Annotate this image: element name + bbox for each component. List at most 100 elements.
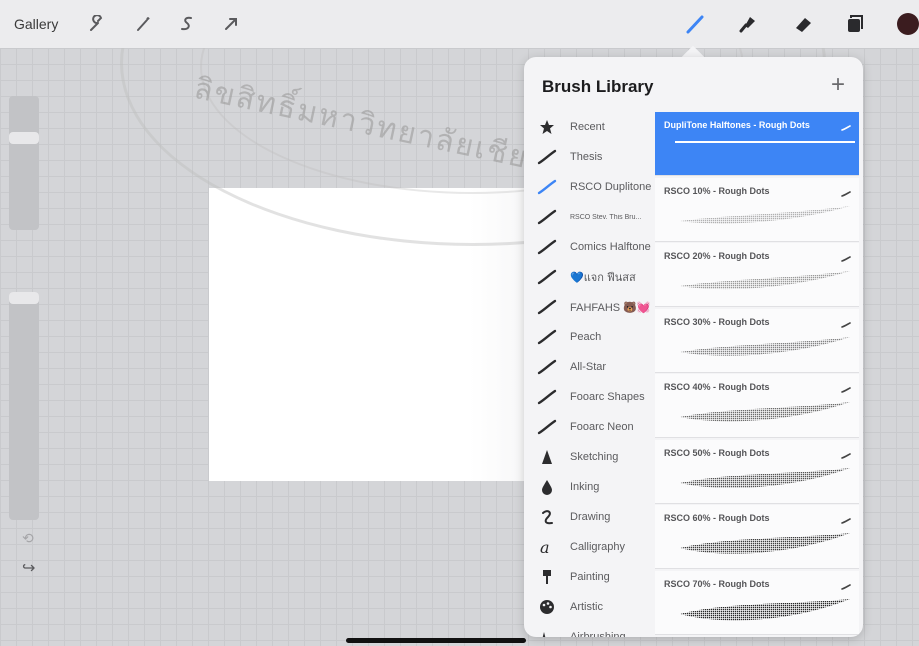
brush-set-item[interactable]: Fooarc Neon	[524, 412, 655, 442]
brush-name: RSCO 70% - Rough Dots	[664, 578, 770, 589]
brush-item[interactable]: RSCO 50% - Rough Dots	[655, 439, 859, 504]
top-toolbar: Gallery	[0, 0, 919, 48]
brush-stroke-preview	[675, 392, 855, 437]
brush-item[interactable]: RSCO 10% - Rough Dots	[655, 177, 859, 242]
stroke-icon-blue	[536, 179, 558, 195]
brush-set-label: Calligraphy	[570, 541, 626, 553]
procreate-screen: ลิขสิทธิ์มหาวิทยาลัยเชียงใหม่ Gallery ⟲ …	[0, 0, 919, 646]
brush-stroke-preview	[675, 589, 855, 634]
brush-library-panel: Brush Library + Recent Thesis RSCO Duplito…	[524, 57, 863, 637]
magic-wand-icon[interactable]	[132, 10, 154, 38]
calligraphy-a-icon: a	[536, 539, 558, 555]
brush-set-item[interactable]: 💙แจก ฟีนสส	[524, 262, 655, 292]
brush-set-label: Artistic	[570, 601, 603, 613]
brush-set-item[interactable]: RSCO Duplitone	[524, 172, 655, 202]
ink-drop-icon	[536, 479, 558, 495]
brush-set-label: Fooarc Shapes	[570, 391, 645, 403]
gallery-button[interactable]: Gallery	[14, 10, 58, 38]
airbrush-icon	[536, 629, 558, 637]
opacity-slider[interactable]	[9, 292, 39, 520]
brush-set-item[interactable]: Comics Halftone	[524, 232, 655, 262]
brush-set-label: Drawing	[570, 511, 611, 523]
brush-set-item[interactable]: All-Star	[524, 352, 655, 382]
left-sidebar: ⟲ ↪	[9, 96, 39, 577]
brush-set-item[interactable]: Airbrushing	[524, 622, 655, 637]
stroke-icon	[536, 359, 558, 375]
brush-item[interactable]: RSCO 60% - Rough Dots	[655, 505, 859, 569]
paintbrush-icon	[536, 569, 558, 585]
opacity-thumb[interactable]	[9, 292, 39, 304]
brush-item[interactable]: RSCO 40% - Rough Dots	[655, 374, 859, 438]
brush-icon[interactable]	[682, 10, 708, 38]
brush-size-slider[interactable]	[9, 96, 39, 230]
brush-set-item[interactable]: Fooarc Shapes	[524, 382, 655, 412]
palette-icon	[536, 599, 558, 615]
brush-set-item[interactable]: RSCO Stev. This Bru...	[524, 202, 655, 232]
stroke-icon	[536, 239, 558, 255]
brush-set-label: Sketching	[570, 451, 619, 463]
brush-item[interactable]: RSCO 70% - Rough Dots	[655, 570, 859, 635]
brush-set-label: FAHFAHS 🐻💓	[570, 301, 651, 314]
stroke-icon	[536, 389, 558, 405]
brush-set-item[interactable]: a Calligraphy	[524, 532, 655, 562]
brush-set-label: Painting	[570, 571, 610, 583]
brush-set-label: 💙แจก ฟีนสส	[570, 272, 636, 284]
stroke-icon	[536, 269, 558, 285]
brush-item[interactable]: DupliTone Halftones - Rough Dots	[655, 112, 859, 176]
brush-set-label: RSCO Duplitone	[570, 181, 652, 193]
brush-set-item[interactable]: Recent	[524, 112, 655, 142]
brush-set-label: Fooarc Neon	[570, 421, 634, 433]
brush-set-item[interactable]: Painting	[524, 562, 655, 592]
pencil-icon	[536, 449, 558, 465]
stroke-icon	[536, 329, 558, 345]
brush-stroke-preview	[675, 327, 855, 372]
brush-size-thumb[interactable]	[9, 132, 39, 144]
brush-stroke-preview	[675, 523, 855, 568]
brush-name: RSCO 20% - Rough Dots	[664, 251, 770, 261]
brush-set-item[interactable]: Drawing	[524, 502, 655, 532]
brush-stroke-preview	[675, 458, 855, 503]
brush-stroke-preview	[675, 261, 855, 306]
brush-name: RSCO 40% - Rough Dots	[664, 382, 770, 392]
color-swatch-icon[interactable]	[894, 10, 919, 38]
drawing-swirl-icon	[536, 509, 558, 525]
brush-stroke-preview	[675, 196, 855, 241]
brush-name: RSCO 60% - Rough Dots	[664, 513, 770, 523]
brush-set-item[interactable]: Thesis	[524, 142, 655, 172]
wrench-icon[interactable]	[86, 10, 108, 38]
transform-arrow-icon[interactable]	[220, 10, 242, 38]
selection-icon[interactable]	[176, 10, 198, 38]
brush-sets-list: Recent Thesis RSCO Duplitone RSCO Stev. Thi…	[524, 112, 655, 637]
home-indicator	[346, 638, 526, 643]
brush-set-label: Thesis	[570, 151, 603, 163]
stroke-icon	[536, 209, 558, 225]
stroke-icon	[536, 419, 558, 435]
brush-library-title: Brush Library	[542, 77, 654, 96]
brush-set-item[interactable]: Sketching	[524, 442, 655, 472]
brushes-list: DupliTone Halftones - Rough Dots RSCO 10%…	[655, 112, 861, 637]
brush-stroke-preview	[675, 130, 855, 155]
brush-name: RSCO 50% - Rough Dots	[664, 447, 770, 458]
eraser-icon[interactable]	[790, 10, 816, 38]
stroke-icon	[536, 299, 558, 315]
stroke-icon	[536, 149, 558, 165]
svg-text:a: a	[540, 539, 550, 555]
smudge-icon[interactable]	[734, 10, 760, 38]
brush-set-label: Comics Halftone	[570, 241, 651, 253]
brush-set-label: Inking	[570, 481, 600, 493]
brush-name: DupliTone Halftones - Rough Dots	[664, 120, 810, 130]
brush-item[interactable]: RSCO 30% - Rough Dots	[655, 308, 859, 373]
brush-set-item[interactable]: Inking	[524, 472, 655, 502]
brush-name: RSCO 30% - Rough Dots	[664, 316, 770, 327]
layers-icon[interactable]	[842, 10, 868, 38]
brush-set-item[interactable]: FAHFAHS 🐻💓	[524, 292, 655, 322]
star-icon	[536, 119, 558, 135]
redo-icon[interactable]: ↪	[22, 558, 35, 578]
brush-set-item[interactable]: Artistic	[524, 592, 655, 622]
brush-item[interactable]: RSCO 20% - Rough Dots	[655, 243, 859, 307]
undo-icon[interactable]: ⟲	[22, 530, 34, 547]
brush-set-label: All-Star	[570, 361, 607, 373]
brush-set-item[interactable]: Peach	[524, 322, 655, 352]
brush-set-label: Airbrushing	[570, 631, 626, 637]
add-brush-set-button[interactable]: +	[831, 71, 845, 99]
